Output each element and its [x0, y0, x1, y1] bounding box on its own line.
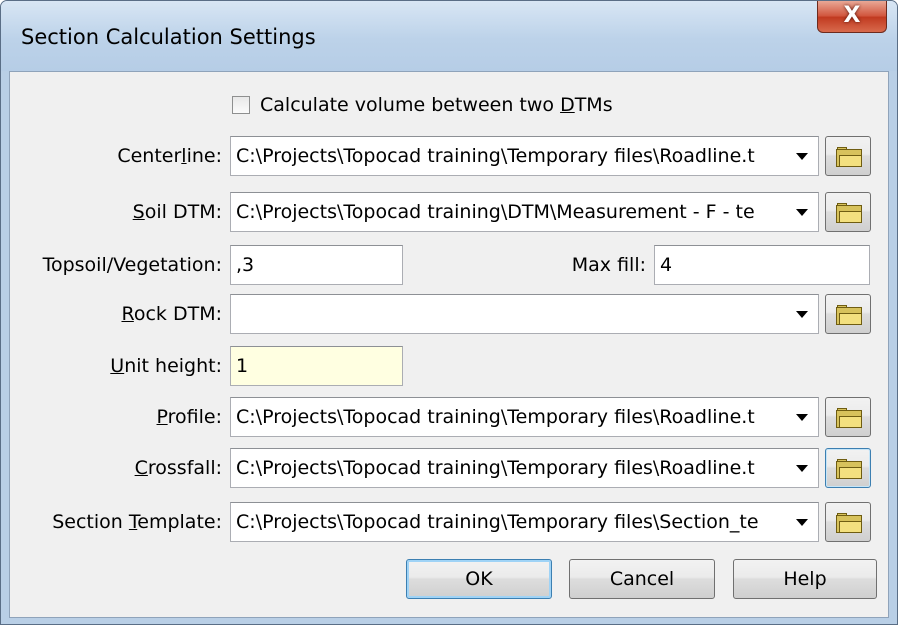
centerline-browse-button[interactable]	[825, 136, 871, 176]
chevron-down-icon[interactable]	[796, 153, 808, 160]
dialog-body: Calculate volume between two DTMs Center…	[9, 71, 889, 618]
two-dtm-checkbox-label: Calculate volume between two DTMs	[260, 94, 613, 116]
unit-height-input[interactable]: 1	[230, 346, 403, 386]
rock-dtm-browse-button[interactable]	[825, 294, 871, 334]
max-fill-input[interactable]: 4	[654, 245, 870, 285]
crossfall-value: C:\Projects\Topocad training\Temporary f…	[236, 457, 755, 479]
topsoil-label: Topsoil/Vegetation:	[42, 254, 222, 276]
folder-icon	[836, 147, 862, 167]
two-dtm-checkbox[interactable]	[232, 96, 250, 114]
chevron-down-icon[interactable]	[796, 311, 808, 318]
rock-dtm-label: Rock DTM:	[121, 303, 222, 325]
profile-browse-button[interactable]	[825, 397, 871, 437]
two-dtm-checkbox-row[interactable]: Calculate volume between two DTMs	[232, 92, 613, 118]
soil-dtm-label: Soil DTM:	[132, 201, 222, 223]
close-button[interactable]: X	[817, 1, 887, 33]
help-button[interactable]: Help	[733, 559, 877, 599]
folder-icon	[836, 203, 862, 223]
chevron-down-icon[interactable]	[796, 519, 808, 526]
chevron-down-icon[interactable]	[796, 465, 808, 472]
soil-dtm-browse-button[interactable]	[825, 192, 871, 232]
crossfall-browse-button[interactable]	[825, 448, 871, 488]
unit-height-label: Unit height:	[110, 355, 222, 377]
profile-combo[interactable]: C:\Projects\Topocad training\Temporary f…	[230, 397, 819, 437]
folder-icon	[836, 408, 862, 428]
centerline-label: Centerline:	[117, 145, 222, 167]
folder-icon	[836, 305, 862, 325]
centerline-combo[interactable]: C:\Projects\Topocad training\Temporary f…	[230, 136, 819, 176]
title-bar[interactable]: Section Calculation Settings X	[1, 1, 897, 71]
dialog-window: Section Calculation Settings X Calculate…	[0, 0, 898, 625]
close-icon: X	[843, 3, 861, 28]
crossfall-combo[interactable]: C:\Projects\Topocad training\Temporary f…	[230, 448, 819, 488]
cancel-button[interactable]: Cancel	[569, 559, 715, 599]
section-template-combo[interactable]: C:\Projects\Topocad training\Temporary f…	[230, 502, 819, 542]
folder-icon	[836, 513, 862, 533]
profile-value: C:\Projects\Topocad training\Temporary f…	[236, 406, 755, 428]
ok-button[interactable]: OK	[406, 559, 552, 599]
section-template-value: C:\Projects\Topocad training\Temporary f…	[236, 511, 759, 533]
section-template-browse-button[interactable]	[825, 502, 871, 542]
centerline-value: C:\Projects\Topocad training\Temporary f…	[236, 145, 755, 167]
profile-label: Profile:	[156, 406, 222, 428]
rock-dtm-combo[interactable]	[230, 294, 819, 334]
folder-icon	[836, 459, 862, 479]
section-template-label: Section Template:	[52, 511, 222, 533]
max-fill-label: Max fill:	[571, 254, 646, 276]
soil-dtm-combo[interactable]: C:\Projects\Topocad training\DTM\Measure…	[230, 192, 819, 232]
crossfall-label: Crossfall:	[134, 457, 222, 479]
chevron-down-icon[interactable]	[796, 209, 808, 216]
topsoil-input[interactable]: ,3	[230, 245, 403, 285]
chevron-down-icon[interactable]	[796, 414, 808, 421]
soil-dtm-value: C:\Projects\Topocad training\DTM\Measure…	[236, 201, 755, 223]
window-title: Section Calculation Settings	[21, 25, 316, 49]
